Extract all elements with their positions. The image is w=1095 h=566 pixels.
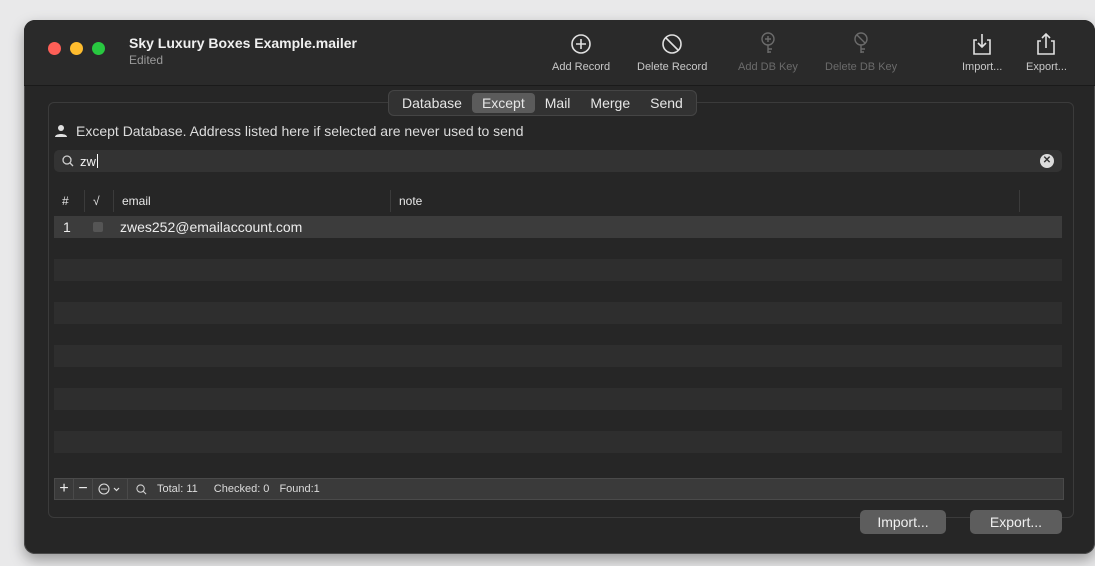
delete-record-label: Delete Record	[637, 61, 708, 73]
app-window: Sky Luxury Boxes Example.mailer Edited A…	[24, 20, 1095, 554]
toolbar-import-label: Import...	[962, 61, 1003, 73]
empty-row	[54, 259, 1062, 281]
empty-row	[54, 388, 1062, 410]
column-header-email[interactable]: email	[114, 190, 391, 212]
except-table: # √ email note 1 zwes252@emailaccount.co…	[54, 186, 1062, 476]
share-icon	[1037, 32, 1056, 55]
window-controls	[48, 42, 105, 55]
title-bar: Sky Luxury Boxes Example.mailer Edited A…	[24, 20, 1095, 86]
row-number: 1	[63, 218, 71, 235]
empty-row	[54, 324, 1062, 346]
search-icon	[136, 483, 147, 494]
add-db-key-label: Add DB Key	[738, 61, 798, 73]
delete-record-button[interactable]: Delete Record	[637, 30, 707, 73]
delete-db-key-button[interactable]: Delete DB Key	[825, 30, 897, 73]
empty-row	[54, 281, 1062, 303]
column-header-number[interactable]: #	[54, 190, 85, 212]
add-record-button[interactable]: Add Record	[552, 30, 610, 73]
add-db-key-button[interactable]: Add DB Key	[738, 30, 798, 73]
plus-circle-icon	[571, 34, 591, 54]
remove-row-button[interactable]: −	[74, 479, 93, 499]
add-key-icon	[761, 32, 775, 53]
tab-bar: Database Except Mail Merge Send	[388, 90, 697, 116]
ellipsis-circle-icon	[98, 483, 120, 495]
table-row[interactable]: 1 zwes252@emailaccount.com	[54, 216, 1062, 238]
add-row-button[interactable]: +	[55, 479, 74, 499]
row-checkbox[interactable]	[84, 221, 112, 232]
empty-row	[54, 238, 1062, 260]
zoom-button[interactable]	[92, 42, 105, 55]
person-icon	[55, 125, 67, 137]
empty-row	[54, 453, 1062, 475]
minimize-button[interactable]	[70, 42, 83, 55]
info-text: Except Database. Address listed here if …	[76, 123, 524, 139]
checked-count: Checked: 0	[213, 483, 270, 495]
delete-key-icon	[854, 32, 868, 53]
document-title: Sky Luxury Boxes Example.mailer	[129, 35, 357, 51]
table-footer: + − Total: 11 Checked: 0 Found:1	[54, 478, 1064, 500]
import-button[interactable]: Import...	[860, 510, 946, 534]
table-header: # √ email note	[54, 186, 1062, 216]
text-cursor	[96, 154, 98, 168]
toolbar-export-label: Export...	[1026, 61, 1067, 73]
total-count: Total: 11	[157, 483, 198, 495]
empty-row	[54, 302, 1062, 324]
column-header-check[interactable]: √	[85, 190, 114, 212]
toolbar-export-button[interactable]: Export...	[1026, 30, 1067, 73]
search-field[interactable]: zw ✕	[54, 150, 1062, 172]
row-email: zwes252@emailaccount.com	[120, 218, 303, 235]
tab-merge[interactable]: Merge	[580, 93, 640, 113]
import-icon	[973, 34, 991, 55]
add-record-label: Add Record	[552, 61, 611, 73]
tab-send[interactable]: Send	[640, 93, 693, 113]
export-button[interactable]: Export...	[970, 510, 1062, 534]
close-button[interactable]	[48, 42, 61, 55]
found-count: Found:1	[279, 483, 320, 495]
empty-row	[54, 345, 1062, 367]
column-header-note[interactable]: note	[391, 190, 1020, 212]
info-line: Except Database. Address listed here if …	[54, 123, 524, 139]
search-icon	[62, 155, 74, 167]
tab-mail[interactable]: Mail	[535, 93, 581, 113]
empty-row	[54, 410, 1062, 432]
tab-database[interactable]: Database	[392, 93, 472, 113]
document-status: Edited	[129, 53, 164, 67]
clear-search-icon[interactable]: ✕	[1040, 154, 1054, 168]
search-input[interactable]: zw	[80, 154, 96, 169]
delete-db-key-label: Delete DB Key	[825, 61, 898, 73]
tab-except[interactable]: Except	[471, 93, 535, 113]
empty-row	[54, 367, 1062, 389]
empty-row	[54, 431, 1062, 453]
toolbar-import-button[interactable]: Import...	[962, 30, 1002, 73]
actions-menu-button[interactable]	[93, 479, 128, 499]
prohibit-icon	[662, 34, 682, 54]
